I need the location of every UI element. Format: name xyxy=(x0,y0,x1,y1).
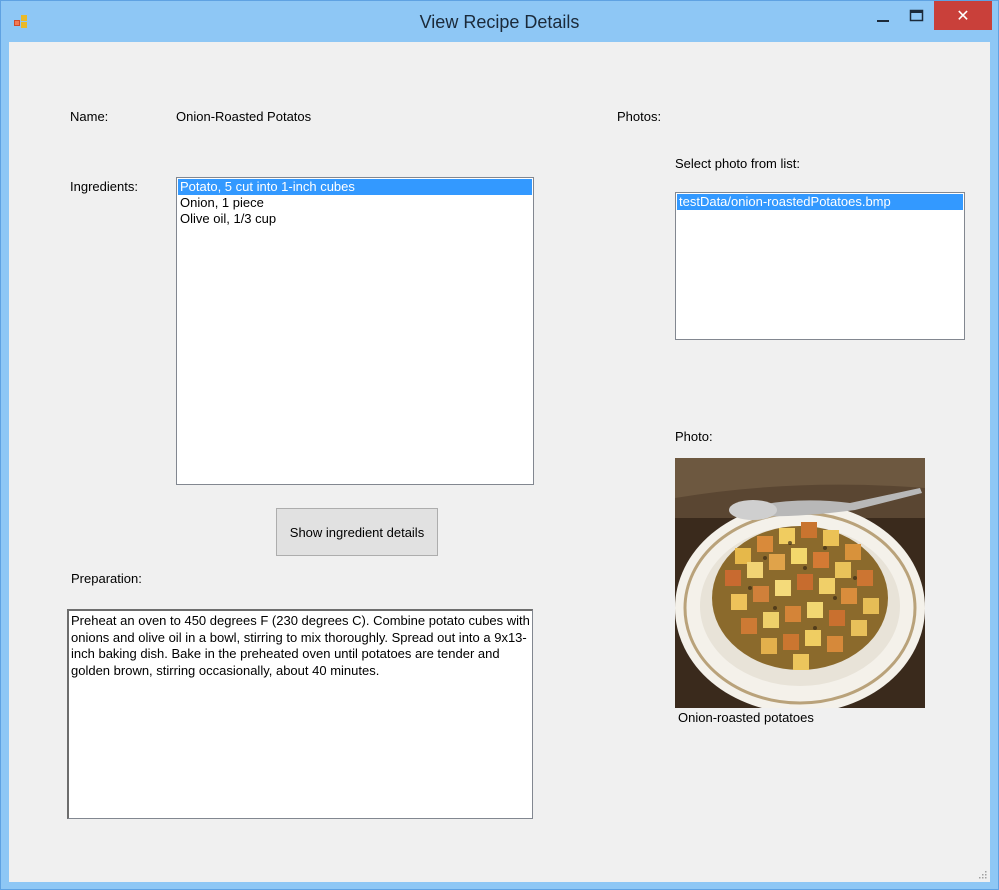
maximize-button[interactable] xyxy=(897,1,937,31)
recipe-photo xyxy=(675,458,925,708)
maximize-icon xyxy=(909,9,924,22)
photo-file-item[interactable]: testData/onion-roastedPotatoes.bmp xyxy=(677,194,963,210)
preparation-label: Preparation: xyxy=(71,571,142,586)
ingredients-listbox[interactable]: Potato, 5 cut into 1-inch cubes Onion, 1… xyxy=(176,177,534,485)
minimize-icon xyxy=(877,20,889,22)
resize-grip-icon[interactable] xyxy=(977,869,987,879)
form-client-area: Name: Onion-Roasted Potatos Ingredients:… xyxy=(9,42,990,882)
photo-caption: Onion-roasted potatoes xyxy=(678,710,814,725)
preparation-textbox[interactable]: Preheat an oven to 450 degrees F (230 de… xyxy=(67,609,533,819)
close-icon: ✕ xyxy=(956,7,970,25)
select-photo-label: Select photo from list: xyxy=(675,156,800,171)
photo-file-listbox[interactable]: testData/onion-roastedPotatoes.bmp xyxy=(675,192,965,340)
photos-label: Photos: xyxy=(617,109,662,124)
name-label: Name: xyxy=(70,109,109,124)
ingredient-item[interactable]: Olive oil, 1/3 cup xyxy=(177,211,533,227)
title-bar[interactable]: View Recipe Details ✕ xyxy=(1,1,998,43)
ingredients-label: Ingredients: xyxy=(70,179,138,194)
close-button[interactable]: ✕ xyxy=(934,1,992,30)
app-window: View Recipe Details ✕ Name: Onion-Roaste… xyxy=(0,0,999,890)
photo-label: Photo: xyxy=(675,429,713,444)
window-title: View Recipe Details xyxy=(419,12,580,32)
ingredient-item[interactable]: Potato, 5 cut into 1-inch cubes xyxy=(178,179,532,195)
ingredient-item[interactable]: Onion, 1 piece xyxy=(177,195,533,211)
show-ingredient-details-button[interactable]: Show ingredient details xyxy=(276,508,438,556)
recipe-name-value: Onion-Roasted Potatos xyxy=(176,109,312,124)
